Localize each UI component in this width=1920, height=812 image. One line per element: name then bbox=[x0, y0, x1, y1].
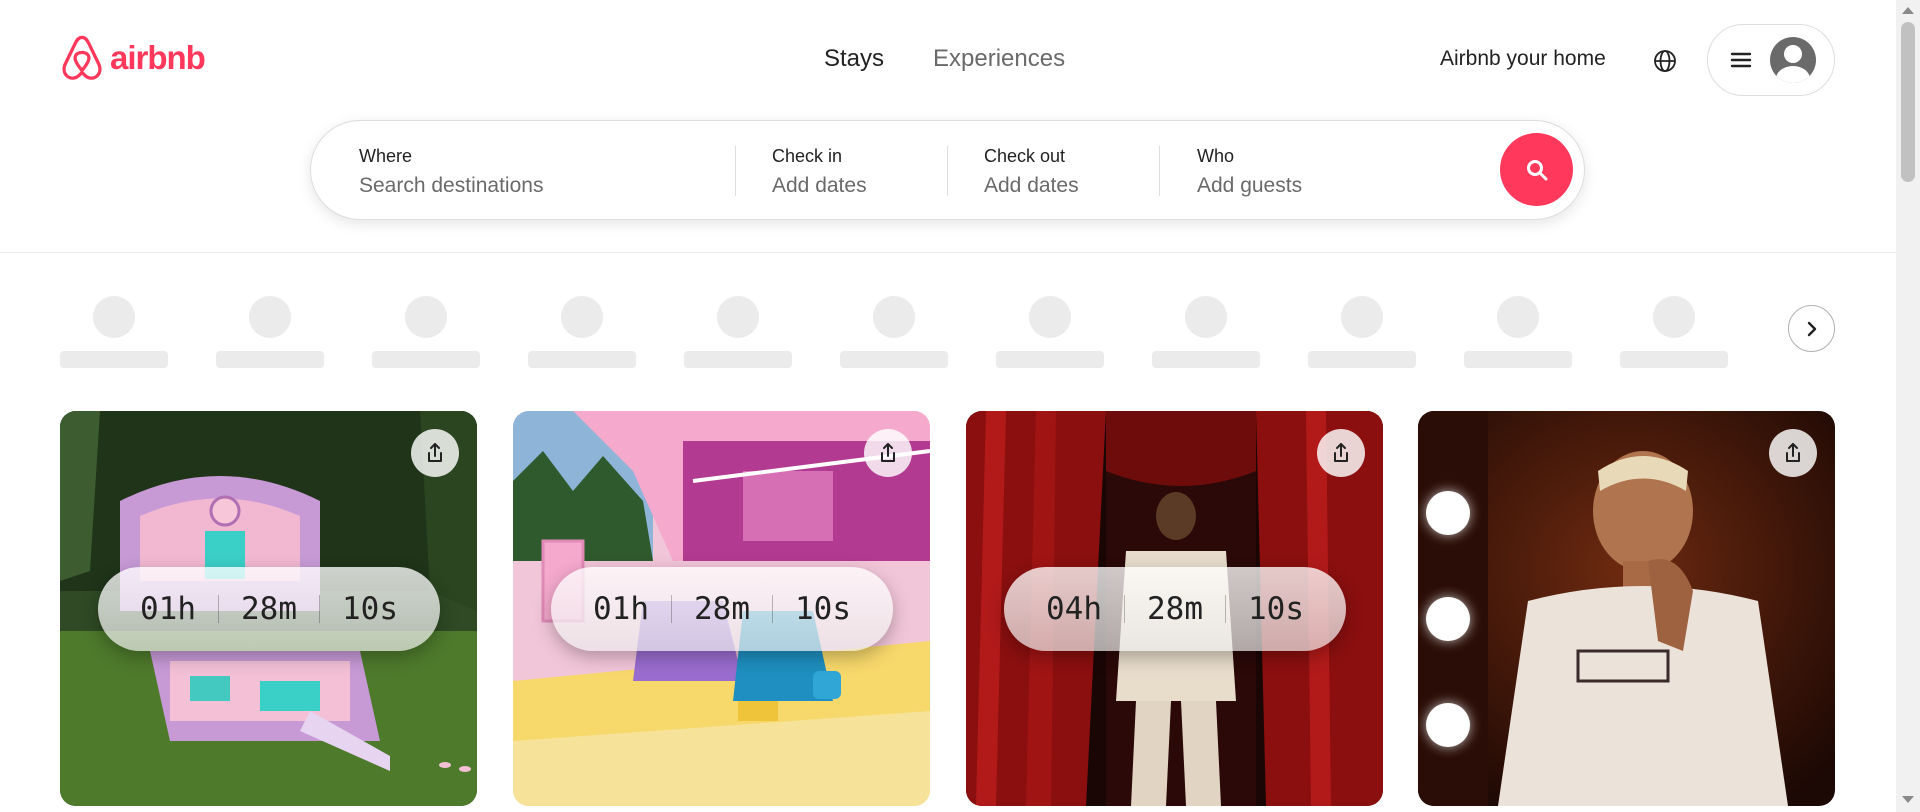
countdown-timer: 01h 28m 10s bbox=[98, 567, 440, 651]
page-scrollbar[interactable] bbox=[1896, 0, 1920, 812]
share-button[interactable] bbox=[411, 429, 459, 477]
profile-menu-button[interactable] bbox=[1707, 24, 1835, 96]
airbnb-logo-icon bbox=[62, 35, 102, 80]
check-out-value: Add dates bbox=[984, 174, 1079, 197]
share-button[interactable] bbox=[1769, 429, 1817, 477]
category-next-button[interactable] bbox=[1788, 305, 1835, 352]
user-avatar-icon bbox=[1770, 37, 1816, 83]
countdown-seconds: 10s bbox=[1248, 591, 1304, 627]
where-input[interactable]: Search destinations bbox=[359, 173, 699, 199]
countdown-seconds: 10s bbox=[795, 591, 851, 627]
who-field[interactable]: Who Add guests bbox=[1197, 121, 1477, 221]
hamburger-menu-icon bbox=[1730, 52, 1752, 68]
countdown-timer: 04h 28m 10s bbox=[1004, 567, 1346, 651]
divider bbox=[947, 146, 948, 196]
countdown-minutes: 28m bbox=[1147, 591, 1203, 627]
share-icon bbox=[1334, 443, 1348, 462]
category-skeleton bbox=[1308, 296, 1416, 368]
category-skeleton bbox=[60, 296, 168, 368]
check-in-label: Check in bbox=[772, 146, 843, 166]
share-button[interactable] bbox=[864, 429, 912, 477]
category-bar-loading bbox=[60, 296, 1780, 376]
nav-tabs: Stays Experiences bbox=[824, 44, 1065, 74]
countdown-seconds: 10s bbox=[342, 591, 398, 627]
scroll-up-arrow[interactable] bbox=[1902, 7, 1914, 14]
countdown-hours: 01h bbox=[140, 591, 196, 627]
check-in-value: Add dates bbox=[772, 174, 867, 197]
share-icon bbox=[1786, 443, 1800, 462]
where-field[interactable]: Where Search destinations bbox=[359, 121, 699, 221]
scroll-down-arrow[interactable] bbox=[1902, 796, 1914, 803]
vanity-light bbox=[1426, 703, 1470, 747]
who-label: Who bbox=[1197, 146, 1235, 166]
share-icon bbox=[881, 443, 895, 462]
divider bbox=[735, 146, 736, 196]
search-icon bbox=[1526, 159, 1547, 180]
category-skeleton bbox=[528, 296, 636, 368]
category-skeleton bbox=[684, 296, 792, 368]
category-skeleton bbox=[216, 296, 324, 368]
countdown-minutes: 28m bbox=[241, 591, 297, 627]
share-icon bbox=[428, 443, 442, 462]
language-button[interactable] bbox=[1648, 44, 1682, 78]
listing-card[interactable]: 01h 28m 10s bbox=[60, 411, 477, 806]
airbnb-logo[interactable]: airbnb bbox=[60, 34, 206, 82]
header: airbnb Stays Experiences Airbnb your hom… bbox=[0, 0, 1896, 253]
countdown-hours: 01h bbox=[593, 591, 649, 627]
listing-card[interactable] bbox=[1418, 411, 1835, 806]
check-out-field[interactable]: Check out Add dates bbox=[984, 121, 1164, 221]
category-skeleton bbox=[1464, 296, 1572, 368]
listing-card[interactable]: 01h 28m 10s bbox=[513, 411, 930, 806]
category-skeleton bbox=[840, 296, 948, 368]
tab-experiences[interactable]: Experiences bbox=[933, 44, 1065, 74]
share-button[interactable] bbox=[1317, 429, 1365, 477]
globe-icon bbox=[1654, 50, 1676, 72]
vanity-light bbox=[1426, 597, 1470, 641]
search-button[interactable] bbox=[1500, 133, 1573, 206]
category-skeleton bbox=[1152, 296, 1260, 368]
who-value: Add guests bbox=[1197, 174, 1303, 197]
divider bbox=[1159, 146, 1160, 196]
check-in-field[interactable]: Check in Add dates bbox=[772, 121, 952, 221]
check-out-label: Check out bbox=[984, 146, 1066, 166]
countdown-timer: 01h 28m 10s bbox=[551, 567, 893, 651]
chevron-right-icon bbox=[1807, 321, 1816, 336]
airbnb-your-home-link[interactable]: Airbnb your home bbox=[1440, 47, 1606, 71]
category-skeleton bbox=[996, 296, 1104, 368]
category-skeleton bbox=[1620, 296, 1728, 368]
where-label: Where bbox=[359, 146, 413, 166]
listing-card[interactable]: 04h 28m 10s bbox=[966, 411, 1383, 806]
category-skeleton bbox=[372, 296, 480, 368]
tab-stays[interactable]: Stays bbox=[824, 44, 884, 74]
logo-wordmark: airbnb bbox=[110, 39, 206, 76]
vanity-light bbox=[1426, 491, 1470, 535]
countdown-hours: 04h bbox=[1046, 591, 1102, 627]
listing-image bbox=[1418, 411, 1835, 806]
search-bar: Where Search destinations Check in Add d… bbox=[310, 120, 1585, 220]
scroll-thumb[interactable] bbox=[1901, 22, 1915, 182]
countdown-minutes: 28m bbox=[694, 591, 750, 627]
